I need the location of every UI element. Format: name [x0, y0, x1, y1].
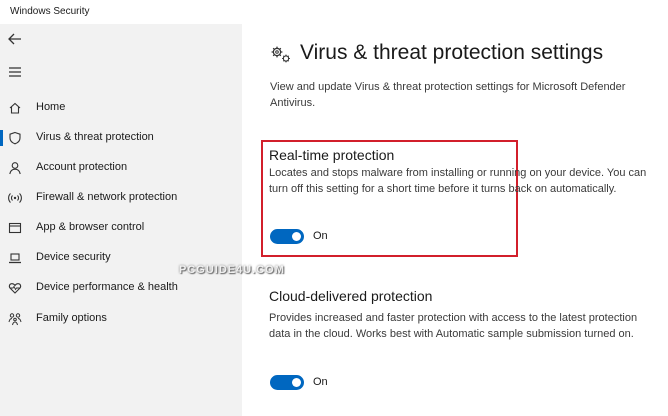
shield-icon: [9, 131, 21, 145]
sidebar-item-app-browser-control[interactable]: App & browser control: [0, 214, 242, 242]
settings-gears-icon: [271, 46, 290, 63]
app-window-icon: [8, 222, 22, 234]
sidebar-item-virus-threat-protection[interactable]: Virus & threat protection: [0, 124, 242, 152]
page-description: View and update Virus & threat protectio…: [270, 81, 626, 109]
section-description-real-time-protection: Locates and stops malware from installin…: [269, 167, 647, 195]
sidebar-item-label: App & browser control: [36, 221, 145, 233]
family-icon: [8, 313, 22, 326]
sidebar: Home Virus & threat protection Account p…: [0, 24, 242, 416]
sidebar-item-label: Device security: [36, 251, 111, 263]
hamburger-menu-icon[interactable]: [8, 66, 22, 78]
toggle-state-label: On: [313, 230, 328, 242]
real-time-protection-toggle[interactable]: [270, 229, 304, 244]
watermark: PCGUIDE4U.COM: [179, 264, 285, 276]
section-title-cloud-delivered-protection: Cloud-delivered protection: [269, 288, 433, 304]
toggle-knob: [292, 232, 301, 241]
window-title: Windows Security: [10, 6, 90, 17]
sidebar-item-label: Account protection: [36, 161, 128, 173]
section-title-real-time-protection: Real-time protection: [269, 147, 395, 163]
sidebar-item-firewall-network[interactable]: Firewall & network protection: [0, 184, 242, 212]
toggle-knob: [292, 378, 301, 387]
title-bar: Windows Security: [0, 0, 668, 24]
sidebar-item-device-performance-health[interactable]: Device performance & health: [0, 274, 242, 302]
person-icon: [9, 162, 21, 175]
laptop-icon: [9, 253, 21, 264]
cloud-delivered-protection-toggle[interactable]: [270, 375, 304, 390]
page-title: Virus & threat protection settings: [300, 41, 604, 64]
home-icon: [9, 102, 21, 114]
heart-icon: [8, 283, 22, 294]
sidebar-item-label: Device performance & health: [36, 281, 178, 293]
back-arrow-icon[interactable]: [6, 30, 24, 48]
wifi-icon: [8, 193, 22, 203]
toggle-state-label: On: [313, 376, 328, 388]
sidebar-item-family-options[interactable]: Family options: [0, 305, 242, 333]
section-description-cloud-delivered-protection: Provides increased and faster protection…: [269, 312, 638, 340]
sidebar-item-label: Firewall & network protection: [36, 191, 178, 203]
sidebar-item-account-protection[interactable]: Account protection: [0, 154, 242, 182]
sidebar-item-label: Virus & threat protection: [36, 131, 154, 143]
sidebar-item-label: Home: [36, 101, 66, 113]
sidebar-item-label: Family options: [36, 312, 107, 324]
sidebar-item-home[interactable]: Home: [0, 94, 242, 122]
selection-indicator: [0, 130, 3, 146]
